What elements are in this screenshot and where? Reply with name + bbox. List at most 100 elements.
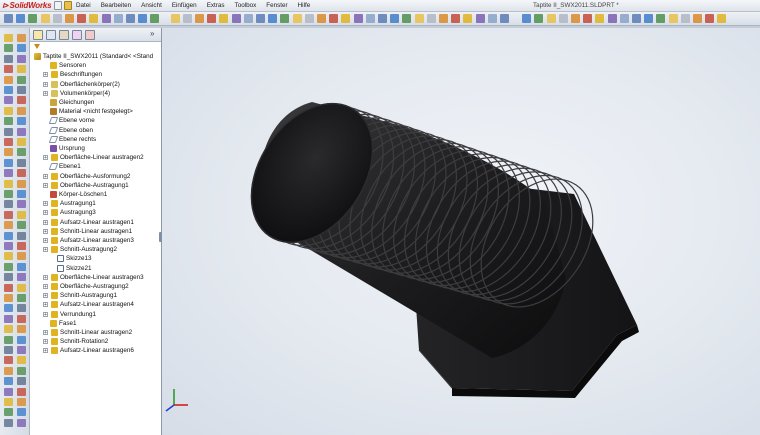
toolbar-button-icon[interactable] — [28, 14, 38, 23]
feature-manager-tab[interactable] — [33, 30, 43, 40]
toolbar-button-icon[interactable] — [292, 14, 302, 23]
toolbar-button-icon[interactable] — [341, 14, 351, 23]
tree-item[interactable]: Ebene vorne — [48, 116, 95, 125]
command-button-icon[interactable] — [17, 273, 26, 282]
toolbar-button-icon[interactable] — [4, 14, 13, 23]
command-button-icon[interactable] — [4, 54, 13, 63]
tree-item[interactable]: Oberfläche-Austragung2 — [43, 282, 129, 291]
command-button-icon[interactable] — [4, 294, 13, 302]
menu-extras[interactable]: Extras — [202, 0, 230, 12]
toolbar-button-icon[interactable] — [583, 14, 593, 23]
toolbar-button-icon[interactable] — [571, 14, 580, 23]
expand-plus-icon[interactable] — [43, 210, 48, 216]
command-button-icon[interactable] — [17, 335, 26, 344]
menu-einfuegen[interactable]: Einfügen — [167, 0, 202, 12]
toolbar-button-icon[interactable] — [150, 14, 160, 23]
expand-plus-icon[interactable] — [43, 182, 48, 188]
toolbar-button-icon[interactable] — [89, 14, 99, 23]
command-button-icon[interactable] — [4, 356, 13, 365]
tree-item[interactable]: Verrundung1 — [43, 310, 96, 319]
command-button-icon[interactable] — [17, 117, 26, 126]
expand-plus-icon[interactable] — [43, 284, 48, 289]
toolbar-button-icon[interactable] — [101, 14, 111, 23]
command-button-icon[interactable] — [17, 148, 26, 157]
expand-plus-icon[interactable] — [43, 201, 48, 207]
graphics-area[interactable] — [162, 28, 760, 435]
command-button-icon[interactable] — [4, 283, 13, 292]
command-button-icon[interactable] — [17, 210, 26, 219]
command-button-icon[interactable] — [17, 294, 26, 302]
toolbar-button-icon[interactable] — [170, 14, 180, 23]
command-button-icon[interactable] — [17, 34, 26, 42]
toolbar-button-icon[interactable] — [668, 14, 678, 23]
tree-item[interactable]: Körper-Löschen1 — [50, 190, 107, 199]
property-manager-tab[interactable] — [46, 30, 56, 40]
toolbar-button-icon[interactable] — [619, 14, 629, 23]
tree-item[interactable]: Skizze13 — [57, 254, 92, 263]
command-button-icon[interactable] — [17, 377, 26, 386]
toolbar-button-icon[interactable] — [207, 14, 217, 23]
command-button-icon[interactable] — [4, 262, 13, 271]
filter-icon[interactable] — [34, 44, 40, 50]
tree-item[interactable]: Sensoren — [50, 61, 86, 70]
command-button-icon[interactable] — [4, 75, 13, 84]
tree-item[interactable]: Aufsatz-Linear austragen1 — [43, 218, 134, 227]
tree-item[interactable]: Schnitt-Linear austragen2 — [43, 328, 132, 337]
new-file-icon[interactable] — [54, 1, 62, 10]
expand-plus-icon[interactable] — [43, 155, 48, 161]
configuration-manager-tab[interactable] — [59, 30, 69, 40]
command-button-icon[interactable] — [4, 231, 13, 240]
toolbar-button-icon[interactable] — [138, 14, 148, 23]
toolbar-button-icon[interactable] — [500, 14, 509, 23]
toolbar-button-icon[interactable] — [475, 14, 485, 23]
expand-plus-icon[interactable] — [43, 90, 48, 96]
tree-item[interactable]: Material <nicht festgelegt> — [50, 107, 133, 116]
tree-item[interactable]: Ebene oben — [48, 126, 93, 135]
tree-item[interactable]: Ebene rechts — [48, 135, 96, 144]
command-button-icon[interactable] — [4, 158, 13, 167]
command-button-icon[interactable] — [17, 314, 26, 323]
command-button-icon[interactable] — [4, 148, 13, 157]
toolbar-button-icon[interactable] — [329, 14, 339, 23]
tree-item[interactable]: Ebene1 — [48, 162, 81, 171]
command-button-icon[interactable] — [17, 231, 26, 240]
command-button-icon[interactable] — [4, 96, 13, 105]
toolbar-button-icon[interactable] — [680, 14, 690, 23]
command-button-icon[interactable] — [17, 325, 26, 334]
tree-item[interactable]: Aufsatz-Linear austragen3 — [43, 236, 134, 245]
command-button-icon[interactable] — [17, 346, 26, 354]
command-button-icon[interactable] — [17, 190, 26, 198]
tree-item[interactable]: Aufsatz-Linear austragen4 — [43, 300, 134, 309]
command-button-icon[interactable] — [4, 335, 13, 344]
command-button-icon[interactable] — [4, 398, 13, 406]
tree-item[interactable]: Fase1 — [50, 319, 77, 328]
toolbar-button-icon[interactable] — [16, 14, 26, 23]
command-button-icon[interactable] — [4, 117, 13, 126]
toolbar-button-icon[interactable] — [126, 14, 135, 23]
command-button-icon[interactable] — [4, 325, 13, 334]
tree-item[interactable]: Beschriftungen — [43, 70, 102, 79]
command-button-icon[interactable] — [4, 387, 13, 396]
tree-item[interactable]: Oberfläche-Linear austragen3 — [43, 273, 144, 282]
tree-item[interactable]: Oberflächenkörper(2) — [43, 80, 120, 89]
solidworks-logo[interactable]: ⊳SolidWorks — [2, 0, 52, 12]
expand-plus-icon[interactable] — [43, 247, 48, 253]
toolbar-button-icon[interactable] — [317, 14, 326, 23]
expand-plus-icon[interactable] — [43, 81, 48, 87]
toolbar-button-icon[interactable] — [268, 14, 278, 23]
command-button-icon[interactable] — [17, 408, 26, 417]
toolbar-button-icon[interactable] — [705, 14, 715, 23]
toolbar-button-icon[interactable] — [52, 14, 62, 23]
tree-item[interactable]: Gleichungen — [50, 98, 94, 107]
expand-plus-icon[interactable] — [43, 311, 48, 317]
command-button-icon[interactable] — [4, 210, 13, 219]
expand-plus-icon[interactable] — [43, 302, 48, 308]
toolbar-button-icon[interactable] — [65, 14, 74, 23]
tree-item[interactable]: Ursprung — [50, 144, 85, 153]
tree-item[interactable]: Schnitt-Rotation2 — [43, 337, 108, 346]
command-button-icon[interactable] — [17, 179, 26, 188]
screw-model[interactable] — [162, 28, 760, 435]
toolbar-button-icon[interactable] — [365, 14, 375, 23]
expand-plus-icon[interactable] — [43, 348, 48, 354]
command-button-icon[interactable] — [4, 190, 13, 198]
